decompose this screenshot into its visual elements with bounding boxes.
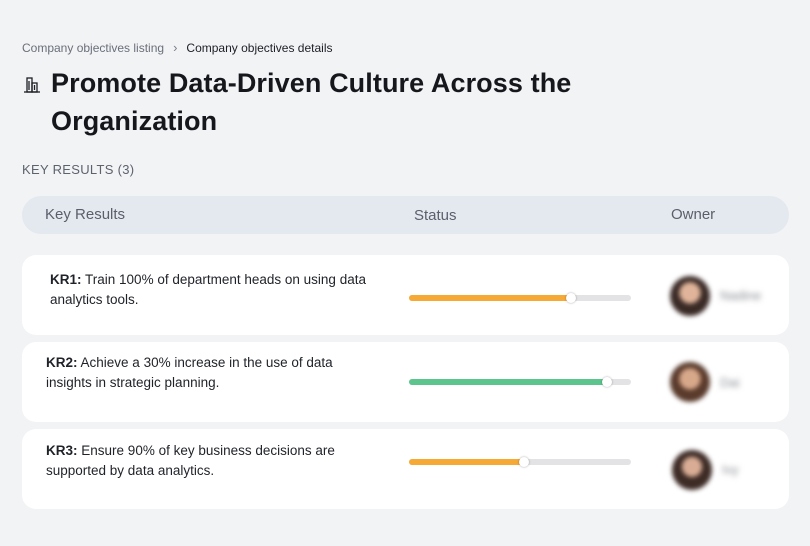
progress-handle[interactable] [519,457,530,467]
key-result-row[interactable]: KR1: Train 100% of department heads on u… [22,255,789,335]
column-header-owner: Owner [671,206,716,223]
progress-fill [409,295,572,301]
progress-bar [409,457,631,467]
chevron-right-icon: › [173,40,178,55]
key-result-id: KR1: [50,272,82,287]
page-title: Promote Data-Driven Culture Across the O… [51,68,572,136]
owner-name: Dai [720,375,740,390]
column-header-status: Status [414,207,457,224]
key-result-description: Ensure 90% of key business decisions are… [46,443,335,478]
progress-fill [409,459,525,465]
progress-bar [409,377,631,387]
page-header: Promote Data-Driven Culture Across the O… [22,64,622,140]
breadcrumb-current: Company objectives details [186,40,333,55]
key-result-text: KR3: Ensure 90% of key business decision… [46,441,366,481]
breadcrumb-link-listing[interactable]: Company objectives listing [22,41,164,55]
owner-name: Nadine [720,288,762,303]
key-result-row[interactable]: KR2: Achieve a 30% increase in the use o… [22,342,789,422]
key-result-text: KR1: Train 100% of department heads on u… [50,270,370,310]
key-result-description: Achieve a 30% increase in the use of dat… [46,355,333,390]
key-result-row[interactable]: KR3: Ensure 90% of key business decision… [22,429,789,509]
key-result-id: KR2: [46,355,78,370]
key-result-description: Train 100% of department heads on using … [50,272,366,307]
avatar [672,450,712,490]
key-result-id: KR3: [46,443,78,458]
avatar [670,362,710,402]
breadcrumb: Company objectives listing › Company obj… [22,40,333,55]
key-result-text: KR2: Achieve a 30% increase in the use o… [46,353,366,393]
progress-handle[interactable] [601,377,612,387]
progress-fill [409,379,607,385]
key-results-count-label: KEY RESULTS (3) [22,162,135,177]
owner-name: Ivy [722,462,739,477]
avatar [670,276,710,316]
progress-handle[interactable] [566,293,577,303]
column-header-key-results: Key Results [45,206,126,223]
progress-bar [409,293,631,303]
building-icon [24,77,40,93]
table-header: Key Results Status Owner [22,196,789,234]
